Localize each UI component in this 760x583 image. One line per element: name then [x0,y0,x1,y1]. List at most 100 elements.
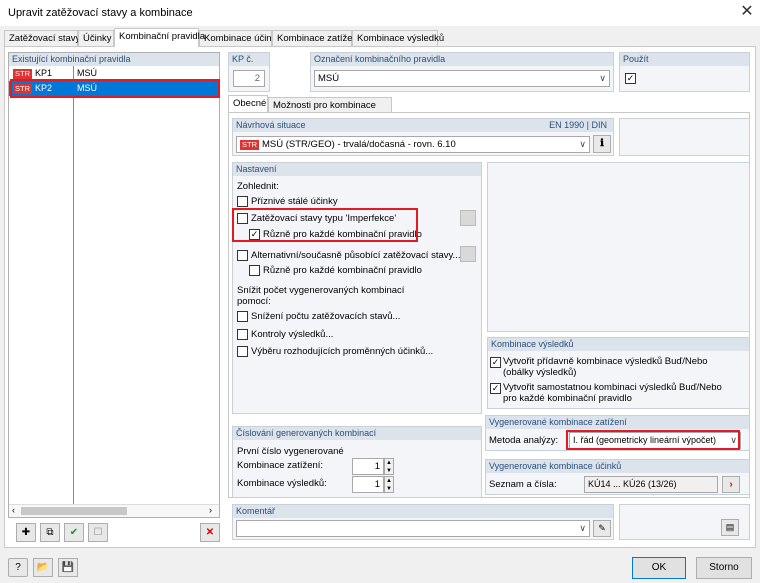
designation-combo[interactable]: MSÚ ∨ [314,70,610,87]
info-icon[interactable]: ℹ [593,135,611,153]
new-rule-icon[interactable]: ✚ [16,523,36,542]
close-icon[interactable]: ✕ [737,2,757,22]
use-label: Použít [620,53,749,66]
design-situation-header: Návrhová situace EN 1990 | DIN [233,119,613,132]
lc-number-label: Kombinace zatížení: [237,460,324,471]
checks-checkbox[interactable] [237,329,248,340]
help-icon[interactable]: ? [8,558,28,577]
chevron-down-icon[interactable]: ∨ [579,521,586,536]
scrollbar-thumb[interactable] [21,507,127,515]
check-all-icon[interactable]: ✔ [64,523,84,542]
favorable-checkbox[interactable] [237,196,248,207]
subtab-options[interactable]: Možnosti pro kombinace [268,97,392,112]
chevron-down-icon[interactable]: ∨ [579,137,586,152]
highlight-method [566,430,740,450]
design-situation-box: Návrhová situace EN 1990 | DIN STR MSÚ (S… [232,118,614,156]
delete-icon[interactable]: ✕ [200,523,220,542]
uncheck-all-icon[interactable]: ☐ [88,523,108,542]
tab-action-combinations[interactable]: Kombinace účinků [199,30,282,46]
window-title: Upravit zatěžovací stavy a kombinace [8,7,193,19]
chevron-down-icon[interactable]: ∨ [599,71,606,86]
copy-rule-icon[interactable]: ⧉ [40,523,60,542]
result-combos-box: Kombinace výsledků ✓ Vytvořit přídavně k… [487,337,750,409]
imperfection-edit-icon[interactable] [460,210,476,226]
ok-button[interactable]: OK [632,557,686,579]
horizontal-scrollbar[interactable]: ‹ › [9,504,219,517]
use-checkbox[interactable]: ✓ [625,73,636,84]
title-bar: Upravit zatěžovací stavy a kombinace ✕ [0,0,760,26]
save-icon[interactable]: 💾 [58,558,78,577]
comment-box: Komentář ∨ ✎ [232,504,614,540]
sub-tabs: Obecné Možnosti pro kombinace [228,95,750,112]
open-icon[interactable]: 📂 [33,558,53,577]
result-opt2-checkbox[interactable]: ✓ [490,383,501,394]
alternative-checkbox[interactable] [237,250,248,261]
different2-checkbox[interactable] [249,265,260,276]
rules-list-header: Existující kombinační pravidla [9,53,219,66]
selection-label: Výběru rozhodujících proměnných účinků..… [251,346,434,357]
design-situation-label: Návrhová situace [236,120,306,130]
scroll-left-icon[interactable]: ‹ [12,505,15,515]
reduce-label-line2: pomocí: [237,296,271,307]
cancel-button[interactable]: Storno [696,557,752,579]
favorable-label: Příznivé stálé účinky [251,196,338,207]
lc-number-field[interactable]: 1 [352,458,384,475]
settings-header: Nastavení [233,163,481,176]
generated-ac-header: Vygenerované kombinace účinků [486,460,749,473]
list-label: Seznam a čísla: [489,479,557,490]
result-opt1-label-line2: (obálky výsledků) [503,367,577,378]
different2-label: Různě pro každé kombinační pravidlo [263,265,422,276]
result-opt2-label-line2: pro každé kombinační pravidlo [503,393,632,404]
use-box: Použít ✓ [619,52,750,92]
highlight-imperfection [232,208,418,242]
comment-combo[interactable]: ∨ [236,520,590,537]
alternative-edit-icon[interactable] [460,246,476,262]
list-field: KÚ14 ... KÚ26 (13/26) [584,476,718,493]
comment-extra-box: ▤ [619,504,750,540]
settings-box: Nastavení Zohlednit: Příznivé stálé účin… [232,162,482,414]
numbering-header: Číslování generovaných kombinací [233,427,481,440]
tab-result-combinations[interactable]: Kombinace výsledků [352,30,444,46]
tab-load-combinations[interactable]: Kombinace zatížení [272,30,360,46]
result-opt1-checkbox[interactable]: ✓ [490,357,501,368]
right-panel [487,162,750,332]
highlight-kp2 [10,79,220,98]
reduce-label-line1: Snížit počet vygenerovaných kombinací [237,285,405,296]
design-situation-combo[interactable]: STR MSÚ (STR/GEO) - trvalá/dočasná - rovn… [236,136,590,153]
alternative-label: Alternativní/současně působící zatěžovac… [251,250,461,261]
footer: ? 📂 💾 OK Storno [0,552,760,583]
str-badge: STR [240,140,259,150]
rc-number-field[interactable]: 1 [352,476,384,493]
reduce-lc-checkbox[interactable] [237,311,248,322]
result-combos-header: Kombinace výsledků [488,338,749,351]
tab-combination-rules[interactable]: Kombinační pravidla [114,28,205,47]
rc-number-label: Kombinace výsledků: [237,478,327,489]
selection-checkbox[interactable] [237,346,248,357]
design-situation-extra-box [619,118,750,156]
column-divider [73,66,74,504]
designation-value: MSÚ [318,73,340,84]
tab-actions[interactable]: Účinky [78,30,114,46]
design-situation-value: MSÚ (STR/GEO) - trvalá/dočasná - rovn. 6… [262,139,456,150]
comment-edit-icon[interactable]: ✎ [593,520,611,537]
comment-header: Komentář [233,505,613,518]
result-opt1-label-line1: Vytvořit přídavně kombinace výsledků Buď… [503,356,708,367]
method-label: Metoda analýzy: [489,435,559,446]
kp-number-field: 2 [233,70,265,87]
rc-spinner-icon[interactable]: ▲ ▼ [384,476,394,493]
rule-id: KP1 [35,68,53,78]
result-opt2-label-line1: Vytvořit samostatnou kombinaci výsledků … [503,382,722,393]
arrow-right-icon[interactable]: › [722,476,740,493]
designation-label: Označení kombinačního pravidla [311,53,613,66]
generated-lc-header: Vygenerované kombinace zatížení [486,416,749,429]
import-icon[interactable]: ▤ [721,519,739,536]
generated-ac-box: Vygenerované kombinace účinků Seznam a č… [485,459,750,495]
kp-label: KP č. [229,53,269,66]
subtab-general[interactable]: Obecné [228,95,268,112]
scroll-right-icon[interactable]: › [209,505,212,515]
tab-load-cases[interactable]: Zatěžovací stavy [4,30,80,46]
lc-spinner-icon[interactable]: ▲ ▼ [384,458,394,475]
kp-number-box: KP č. 2 [228,52,270,92]
str-badge: STR [13,69,32,79]
numbering-box: Číslování generovaných kombinací První č… [232,426,482,498]
